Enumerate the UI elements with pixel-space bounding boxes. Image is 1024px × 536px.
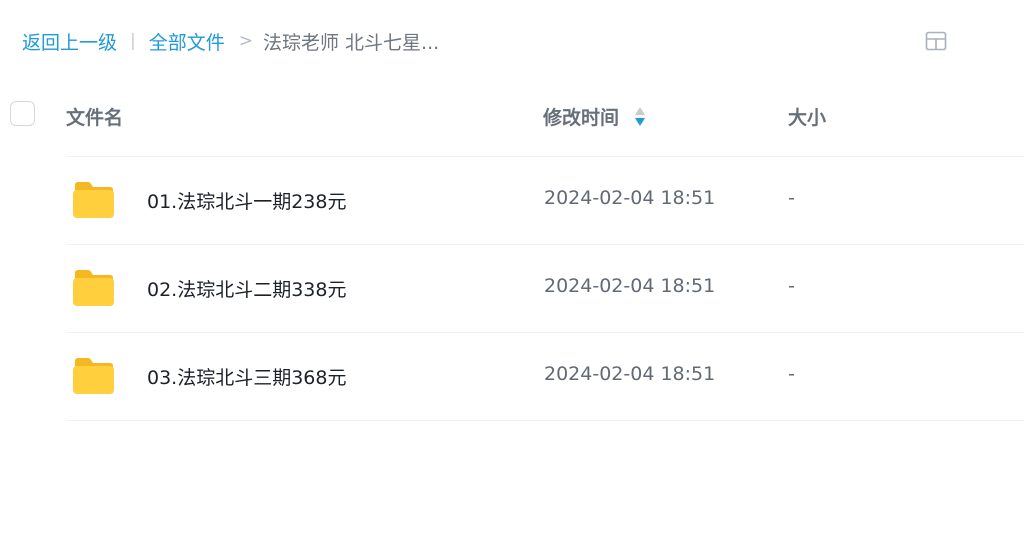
all-files-link[interactable]: 全部文件 — [149, 28, 225, 55]
file-size: - — [788, 363, 795, 385]
file-size: - — [788, 187, 795, 209]
file-list: 01.法琮北斗一期238元 2024-02-04 18:51 - 02.法琮北斗… — [0, 156, 1024, 421]
breadcrumb-divider: | — [130, 31, 136, 51]
folder-icon — [73, 270, 114, 306]
select-all-checkbox[interactable] — [10, 101, 35, 126]
file-row[interactable]: 03.法琮北斗三期368元 2024-02-04 18:51 - — [66, 332, 1024, 421]
sort-icon[interactable] — [634, 106, 646, 128]
back-link[interactable]: 返回上一级 — [22, 28, 117, 55]
folder-icon — [73, 358, 114, 394]
file-size: - — [788, 275, 795, 297]
time-column-label: 修改时间 — [543, 107, 620, 129]
name-column-header[interactable]: 文件名 — [66, 103, 123, 130]
file-name[interactable]: 03.法琮北斗三期368元 — [147, 363, 346, 390]
file-modified-time: 2024-02-04 18:51 — [544, 187, 716, 209]
size-column-header[interactable]: 大小 — [788, 103, 826, 130]
breadcrumb-arrow: > — [238, 31, 254, 51]
folder-icon — [73, 182, 114, 218]
file-modified-time: 2024-02-04 18:51 — [544, 363, 716, 385]
breadcrumb: 返回上一级 | 全部文件 > 法琮老师 北斗七星... — [22, 28, 439, 54]
file-name[interactable]: 02.法琮北斗二期338元 — [147, 275, 346, 302]
grid-view-icon[interactable] — [925, 30, 947, 52]
current-folder-title: 法琮老师 北斗七星... — [263, 31, 440, 54]
file-row[interactable]: 02.法琮北斗二期338元 2024-02-04 18:51 - — [66, 244, 1024, 332]
time-column-header[interactable]: 修改时间 — [543, 103, 646, 130]
file-row[interactable]: 01.法琮北斗一期238元 2024-02-04 18:51 - — [66, 156, 1024, 244]
file-name[interactable]: 01.法琮北斗一期238元 — [147, 187, 346, 214]
file-list-header: 文件名 修改时间 大小 — [0, 96, 1024, 136]
file-modified-time: 2024-02-04 18:51 — [544, 275, 716, 297]
